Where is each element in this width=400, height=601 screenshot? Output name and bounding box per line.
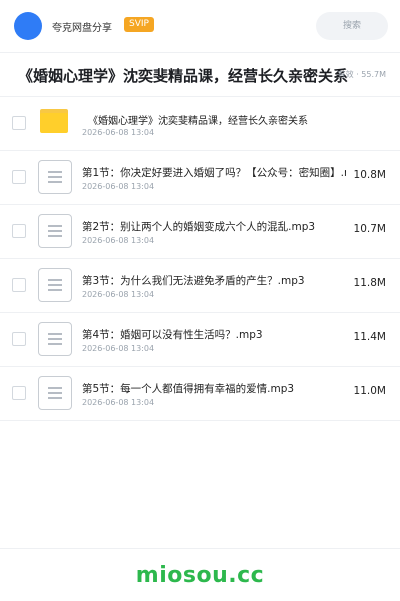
checkbox[interactable] [12, 170, 26, 184]
list-item-folder[interactable]: 《婚姻心理学》沈奕斐精品课，经营长久亲密关系 2026-06-08 13:04 [0, 97, 400, 151]
checkbox[interactable] [12, 332, 26, 346]
page-title: 《婚姻心理学》沈奕斐精品课，经营长久亲密关系 [18, 67, 349, 85]
item-date: 2026-06-08 13:04 [82, 398, 155, 407]
item-size: 10.7M [353, 223, 386, 235]
list-item[interactable]: 第4节：婚姻可以没有性生活吗？.mp3 2026-06-08 13:04 11.… [0, 313, 400, 367]
file-icon [38, 376, 72, 410]
item-date: 2026-06-08 13:04 [82, 128, 155, 137]
item-name: 第2节：别让两个人的婚姻变成六个人的混乱.mp3 [82, 221, 316, 233]
folder-icon [40, 109, 68, 133]
item-name: 第4节：婚姻可以没有性生活吗？.mp3 [82, 329, 263, 341]
item-size: 10.8M [353, 169, 386, 181]
app-name: 夸克网盘分享 [52, 23, 112, 34]
svip-badge: SVIP [124, 17, 154, 32]
file-icon [38, 160, 72, 194]
checkbox[interactable] [12, 116, 26, 130]
item-date: 2026-06-08 13:04 [82, 182, 155, 191]
item-size: 11.0M [353, 385, 386, 397]
item-date: 2026-06-08 13:04 [82, 344, 155, 353]
file-list: 《婚姻心理学》沈奕斐精品课，经营长久亲密关系 2026-06-08 13:04 … [0, 97, 400, 421]
checkbox[interactable] [12, 224, 26, 238]
item-size: 11.8M [353, 277, 386, 289]
file-icon [38, 268, 72, 302]
item-name: 第3节：为什么我们无法避免矛盾的产生？.mp3 [82, 275, 305, 287]
file-icon [38, 214, 72, 248]
top-bar: 夸克网盘分享 SVIP 搜索 [0, 0, 400, 53]
list-item[interactable]: 第3节：为什么我们无法避免矛盾的产生？.mp3 2026-06-08 13:04… [0, 259, 400, 313]
item-date: 2026-06-08 13:04 [82, 290, 155, 299]
list-item[interactable]: 第5节：每一个人都值得拥有幸福的爱情.mp3 2026-06-08 13:04 … [0, 367, 400, 421]
item-size: 11.4M [353, 331, 386, 343]
list-item[interactable]: 第1节：你决定好要进入婚姻了吗？【公众号：密知圈】.mp3 2026-06-08… [0, 151, 400, 205]
watermark-text: miosou.cc [135, 563, 265, 588]
item-name: 第1节：你决定好要进入婚姻了吗？【公众号：密知圈】.mp3 [82, 167, 346, 179]
file-icon [38, 322, 72, 356]
avatar[interactable] [14, 12, 42, 40]
share-title-bar: 《婚姻心理学》沈奕斐精品课，经营长久亲密关系 有效 · 55.7M [0, 53, 400, 97]
item-name: 《婚姻心理学》沈奕斐精品课，经营长久亲密关系 [88, 116, 308, 127]
share-meta: 有效 · 55.7M [337, 70, 386, 79]
checkbox[interactable] [12, 278, 26, 292]
checkbox[interactable] [12, 386, 26, 400]
list-item[interactable]: 第2节：别让两个人的婚姻变成六个人的混乱.mp3 2026-06-08 13:0… [0, 205, 400, 259]
item-name: 第5节：每一个人都值得拥有幸福的爱情.mp3 [82, 383, 295, 395]
item-date: 2026-06-08 13:04 [82, 236, 155, 245]
search-input[interactable]: 搜索 [316, 12, 388, 40]
